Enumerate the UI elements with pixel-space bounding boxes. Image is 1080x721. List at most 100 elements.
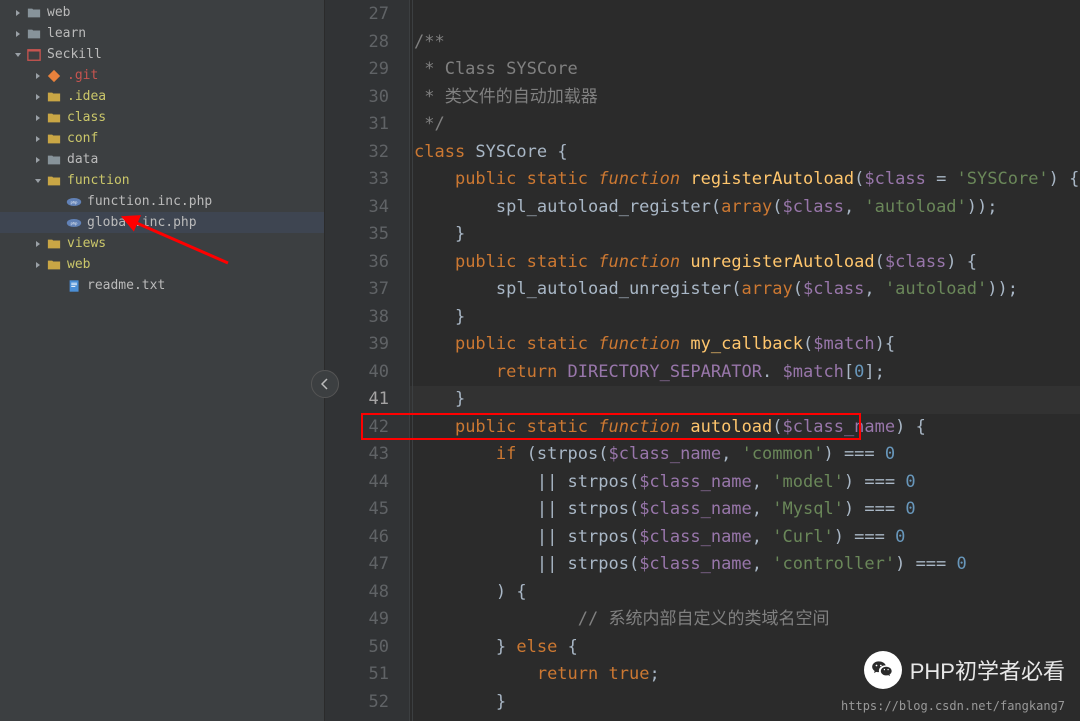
tree-item-Seckill[interactable]: Seckill [0,44,324,65]
tree-item--git[interactable]: .git [0,65,324,86]
tree-item--idea[interactable]: .idea [0,86,324,107]
line-number[interactable]: 50 [325,634,389,662]
php-icon: php [66,215,82,231]
line-number[interactable]: 31 [325,111,389,139]
tree-item-web[interactable]: web [0,254,324,275]
line-number[interactable]: 28 [325,29,389,57]
editor-area[interactable]: 2728293031323334353637383940414243444546… [325,0,1080,721]
code-line[interactable]: spl_autoload_register(array($class, 'aut… [410,194,1080,222]
text-file-icon [66,278,82,294]
line-number[interactable]: 43 [325,441,389,469]
line-number[interactable]: 36 [325,249,389,277]
code-line[interactable]: public static function unregisterAutoloa… [410,249,1080,277]
tree-item-data[interactable]: data [0,149,324,170]
tree-item-conf[interactable]: conf [0,128,324,149]
folder-closed-icon [46,152,62,168]
chevron-right-icon[interactable] [33,260,43,270]
svg-text:php: php [71,220,78,225]
watermark-text: PHP初学者必看 [910,654,1065,686]
folder-closed-icon [26,5,42,21]
line-number[interactable]: 47 [325,551,389,579]
code-line[interactable]: if (strpos($class_name, 'common') === 0 [410,441,1080,469]
chevron-right-icon[interactable] [33,134,43,144]
tree-item-readme-txt[interactable]: readme.txt [0,275,324,296]
code-line[interactable]: || strpos($class_name, 'controller') ===… [410,551,1080,579]
line-number[interactable]: 45 [325,496,389,524]
line-number[interactable]: 42 [325,414,389,442]
tree-item-web[interactable]: web [0,2,324,23]
line-number[interactable]: 34 [325,194,389,222]
tree-item-label: global.inc.php [87,215,197,230]
line-number[interactable]: 27 [325,1,389,29]
code-line[interactable]: || strpos($class_name, 'Mysql') === 0 [410,496,1080,524]
chevron-right-icon[interactable] [33,113,43,123]
credit-url: https://blog.csdn.net/fangkang7 [841,699,1065,713]
code-line[interactable]: public static function autoload($class_n… [410,414,1080,442]
tree-item-label: function [67,173,130,188]
line-number[interactable]: 35 [325,221,389,249]
code-line[interactable]: // 系统内部自定义的类域名空间 [410,606,1080,634]
tree-item-views[interactable]: views [0,233,324,254]
line-number[interactable]: 52 [325,689,389,717]
chevron-down-icon[interactable] [13,50,23,60]
code-line[interactable]: return DIRECTORY_SEPARATOR. $match[0]; [410,359,1080,387]
code-line[interactable]: public static function my_callback($matc… [410,331,1080,359]
code-line[interactable]: */ [410,111,1080,139]
line-number-gutter: 2728293031323334353637383940414243444546… [325,0,410,721]
git-orange-icon [46,68,62,84]
code-line[interactable]: || strpos($class_name, 'model') === 0 [410,469,1080,497]
code-line[interactable] [410,1,1080,29]
tree-item-class[interactable]: class [0,107,324,128]
line-number[interactable]: 29 [325,56,389,84]
line-number[interactable]: 33 [325,166,389,194]
php-icon: php [66,194,82,210]
line-number[interactable]: 32 [325,139,389,167]
sidebar-collapse-button[interactable] [311,370,339,398]
code-line[interactable]: ) { [410,579,1080,607]
tree-item-label: class [67,110,106,125]
chevron-right-icon[interactable] [33,155,43,165]
chevron-down-icon[interactable] [33,176,43,186]
line-number[interactable]: 38 [325,304,389,332]
line-number[interactable]: 51 [325,661,389,689]
code-line[interactable]: } [410,221,1080,249]
code-line[interactable]: /** [410,29,1080,57]
code-line[interactable]: * 类文件的自动加载器 [410,84,1080,112]
line-number[interactable]: 49 [325,606,389,634]
code-line[interactable]: class SYSCore { [410,139,1080,167]
code-line[interactable]: public static function registerAutoload(… [410,166,1080,194]
folder-open-icon [46,110,62,126]
tree-item-label: web [47,5,70,20]
folder-open-icon [46,173,62,189]
folder-closed-icon [26,26,42,42]
tree-item-function[interactable]: function [0,170,324,191]
folder-open-icon [46,257,62,273]
chevron-right-icon[interactable] [33,239,43,249]
line-number[interactable]: 30 [325,84,389,112]
code-content[interactable]: /** * Class SYSCore * 类文件的自动加载器 */class … [410,0,1080,721]
chevron-right-icon[interactable] [13,29,23,39]
code-line[interactable]: } [410,386,1080,414]
code-line[interactable]: spl_autoload_unregister(array($class, 'a… [410,276,1080,304]
line-number[interactable]: 46 [325,524,389,552]
tree-item-global-inc-php[interactable]: php global.inc.php [0,212,324,233]
file-tree-sidebar[interactable]: web learn Seckill.git.idea class conf data fun… [0,0,325,721]
watermark-badge: PHP初学者必看 [864,651,1065,689]
line-number[interactable]: 44 [325,469,389,497]
tree-item-learn[interactable]: learn [0,23,324,44]
folder-open-icon [46,89,62,105]
line-number[interactable]: 37 [325,276,389,304]
tree-item-function-inc-php[interactable]: phpfunction.inc.php [0,191,324,212]
line-number[interactable]: 39 [325,331,389,359]
chevron-right-icon[interactable] [33,92,43,102]
line-number[interactable]: 48 [325,579,389,607]
code-line[interactable]: * Class SYSCore [410,56,1080,84]
tree-item-label: learn [47,26,86,41]
tree-item-label: data [67,152,98,167]
code-line[interactable]: } [410,304,1080,332]
svg-text:php: php [71,199,78,204]
chevron-right-icon[interactable] [33,71,43,81]
tree-item-label: readme.txt [87,278,165,293]
code-line[interactable]: || strpos($class_name, 'Curl') === 0 [410,524,1080,552]
chevron-right-icon[interactable] [13,8,23,18]
